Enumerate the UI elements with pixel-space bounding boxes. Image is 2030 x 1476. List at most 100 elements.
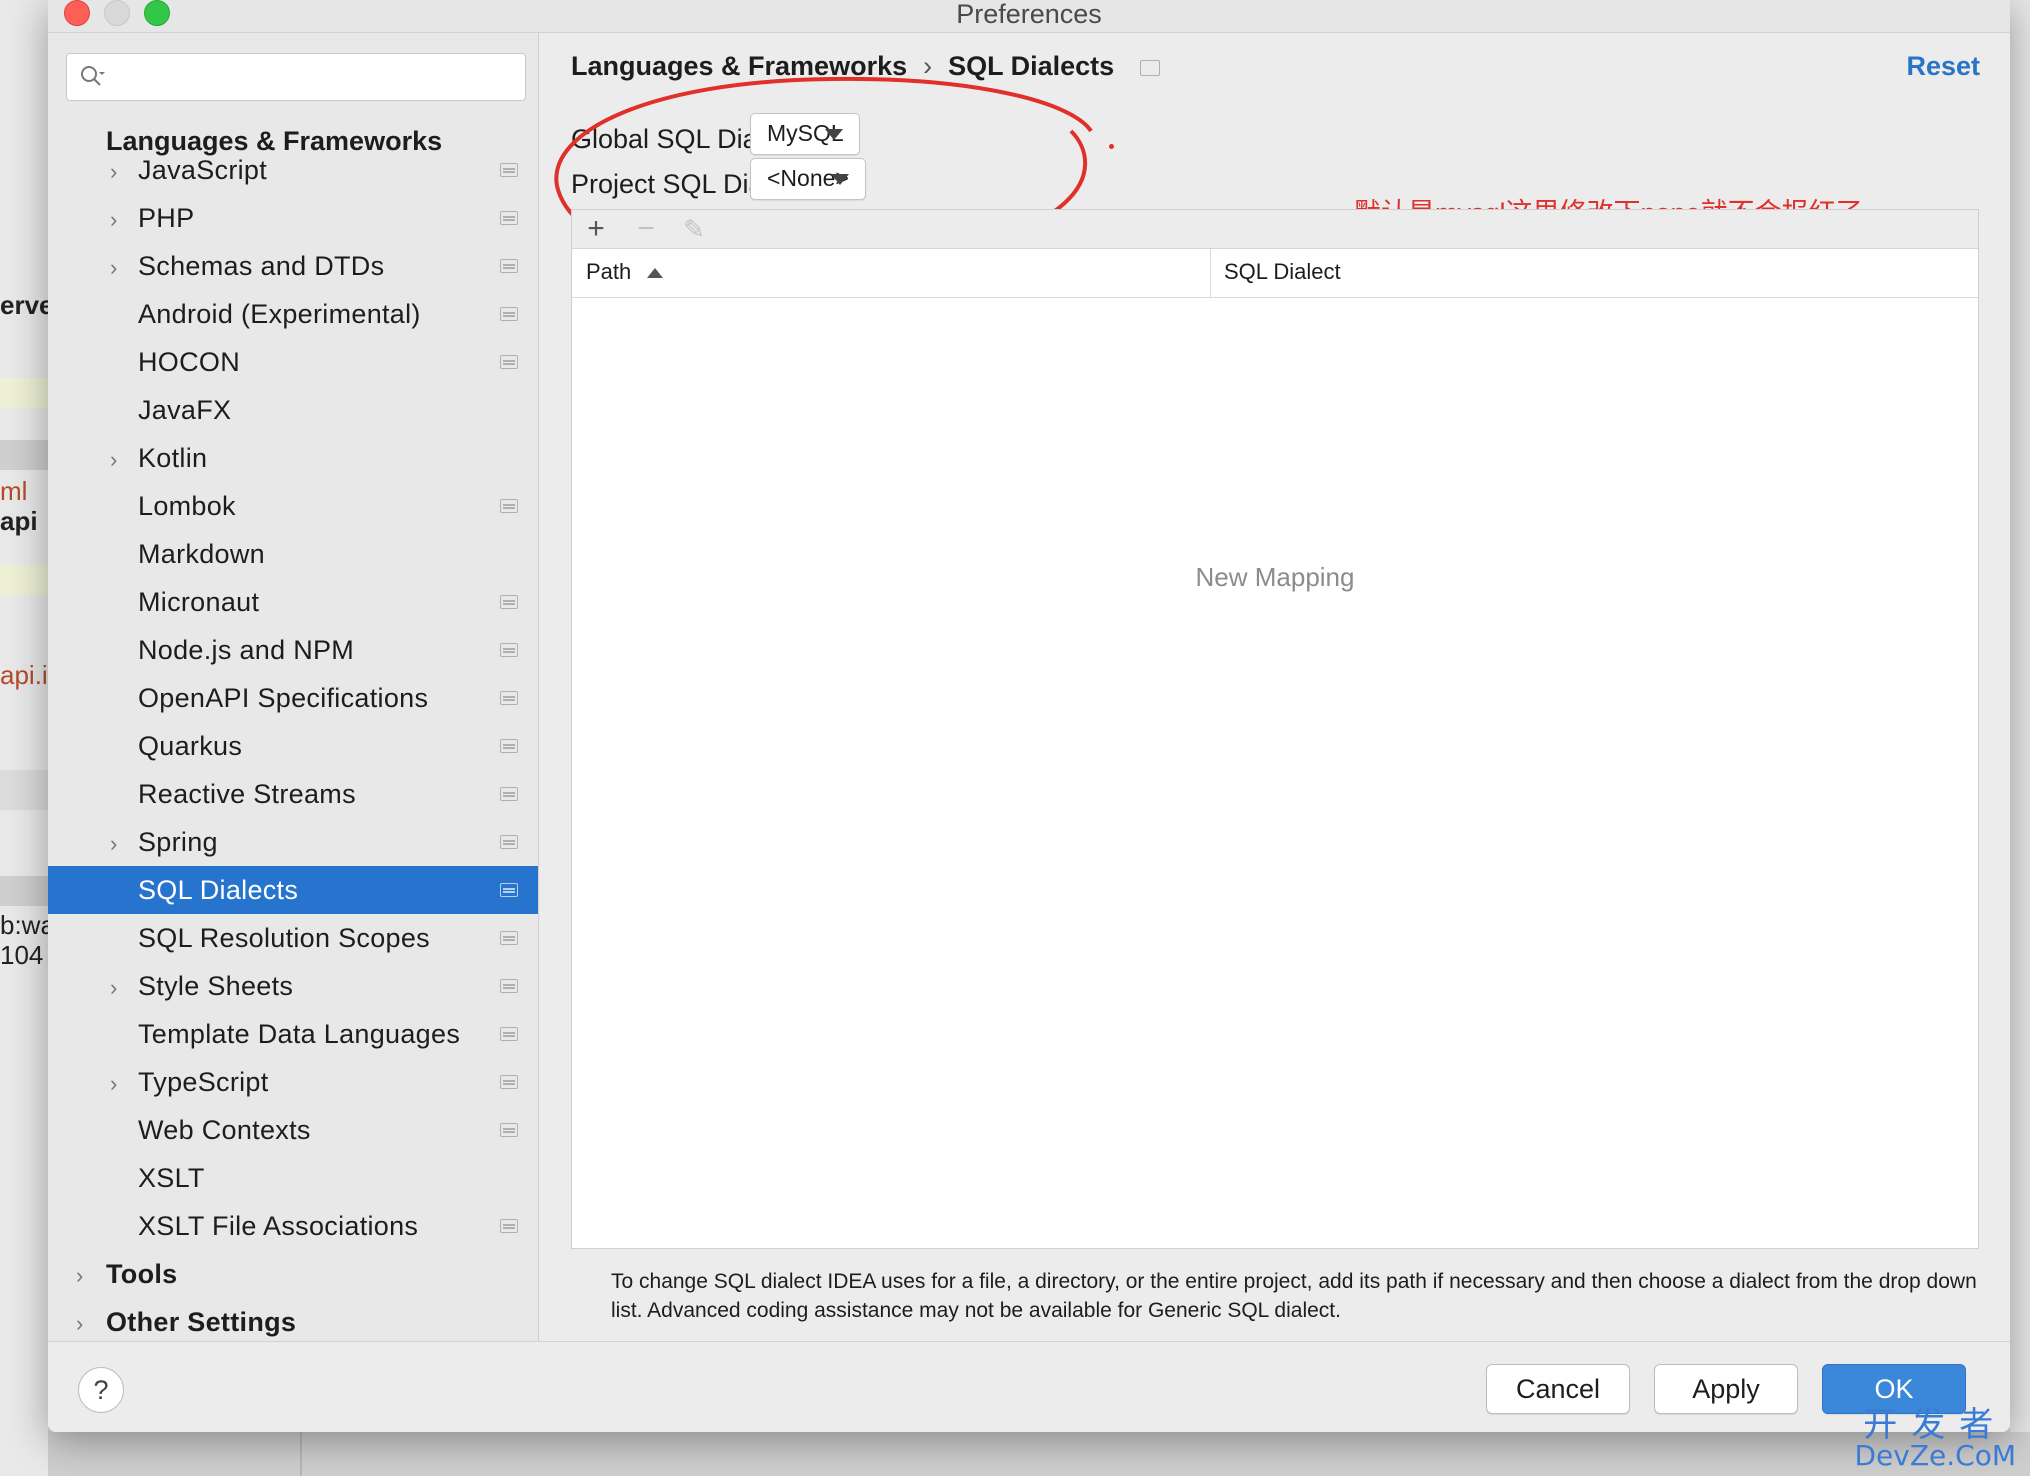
project-scope-icon — [500, 787, 518, 801]
project-scope-icon — [500, 979, 518, 993]
project-scope-icon — [500, 499, 518, 513]
chevron-right-icon[interactable]: › — [76, 1263, 83, 1289]
sidebar-item-kotlin[interactable]: › Kotlin — [48, 434, 538, 482]
sidebar-item-schemas-and-dtds[interactable]: › Schemas and DTDs — [48, 242, 538, 290]
column-header-path[interactable]: Path — [586, 259, 664, 285]
sql-dialects-panel: Languages & Frameworks › SQL Dialects Rese… — [539, 33, 2010, 1341]
project-scope-icon — [500, 595, 518, 609]
project-scope-icon — [500, 307, 518, 321]
sidebar-item-openapi-specifications[interactable]: OpenAPI Specifications — [48, 674, 538, 722]
table-header: Path SQL Dialect — [572, 249, 1978, 298]
background-text: erve — [0, 290, 48, 320]
chevron-right-icon[interactable]: › — [110, 255, 117, 281]
title-bar: Preferences — [48, 0, 2010, 33]
sidebar-item-android-experimental[interactable]: Android (Experimental) — [48, 290, 538, 338]
remove-mapping-button[interactable]: − — [628, 212, 664, 246]
column-header-label: Path — [586, 259, 632, 284]
chevron-right-icon[interactable]: › — [110, 159, 117, 185]
project-scope-icon — [1140, 59, 1161, 76]
sidebar-group-label: Other Settings — [106, 1307, 297, 1337]
empty-table-text: New Mapping — [1195, 562, 1355, 592]
chevron-right-icon[interactable]: › — [76, 1311, 83, 1337]
background-highlight — [0, 378, 48, 408]
sidebar-item-node-js-and-npm[interactable]: Node.js and NPM — [48, 626, 538, 674]
search-box[interactable] — [66, 53, 526, 101]
reset-link[interactable]: Reset — [1906, 51, 1980, 82]
project-scope-icon — [500, 1027, 518, 1041]
sidebar-item-lombok[interactable]: Lombok — [48, 482, 538, 530]
sidebar-group-other-settings[interactable]: › Other Settings — [48, 1298, 538, 1346]
sidebar-item-web-contexts[interactable]: Web Contexts — [48, 1106, 538, 1154]
sidebar-item-sql-resolution-scopes[interactable]: SQL Resolution Scopes — [48, 914, 538, 962]
sidebar-item-micronaut[interactable]: Micronaut — [48, 578, 538, 626]
sidebar-item-label: Style Sheets — [138, 971, 294, 1001]
table-toolbar: + − ✎ — [572, 210, 1978, 249]
sidebar-item-label: Lombok — [138, 491, 236, 521]
background-app: erve ml api api.i b:wa 104 — [0, 0, 48, 1476]
annotation-mark — [1109, 144, 1114, 149]
sidebar-item-label: XSLT File Associations — [138, 1211, 419, 1241]
sidebar-item-label: Schemas and DTDs — [138, 251, 385, 281]
background-highlight — [0, 565, 48, 595]
cancel-button[interactable]: Cancel — [1486, 1364, 1630, 1414]
background-app-bottom — [48, 1432, 2030, 1476]
sidebar-item-label: OpenAPI Specifications — [138, 683, 429, 713]
sidebar-item-spring[interactable]: › Spring — [48, 818, 538, 866]
sidebar-item-javascript[interactable]: › JavaScript — [48, 146, 538, 194]
search-input[interactable] — [117, 60, 511, 94]
sidebar-item-label: Android (Experimental) — [138, 299, 421, 329]
sidebar-item-typescript[interactable]: › TypeScript — [48, 1058, 538, 1106]
sidebar-item-reactive-streams[interactable]: Reactive Streams — [48, 770, 538, 818]
sidebar-item-sql-dialects[interactable]: SQL Dialects — [48, 866, 538, 914]
chevron-right-icon[interactable]: › — [110, 831, 117, 857]
project-scope-icon — [500, 259, 518, 273]
project-scope-icon — [500, 739, 518, 753]
project-scope-icon — [500, 835, 518, 849]
background-text: 104 — [0, 940, 44, 970]
settings-sidebar: Languages & Frameworks › JavaScript › PHP › S… — [48, 33, 539, 1341]
sidebar-item-php[interactable]: › PHP — [48, 194, 538, 242]
sidebar-item-label: Node.js and NPM — [138, 635, 355, 665]
watermark-logo: 开发者 DevZe.CoM — [1854, 1408, 2016, 1470]
sidebar-item-style-sheets[interactable]: › Style Sheets — [48, 962, 538, 1010]
help-description: To change SQL dialect IDEA uses for a fi… — [611, 1270, 1977, 1322]
sidebar-item-label: XSLT — [138, 1163, 205, 1193]
sidebar-item-template-data-languages[interactable]: Template Data Languages — [48, 1010, 538, 1058]
background-band — [0, 440, 48, 470]
sidebar-item-label: Template Data Languages — [138, 1019, 461, 1049]
sidebar-item-xslt[interactable]: XSLT — [48, 1154, 538, 1202]
sidebar-item-label: SQL Resolution Scopes — [138, 923, 430, 953]
sidebar-item-markdown[interactable]: Markdown — [48, 530, 538, 578]
sidebar-item-quarkus[interactable]: Quarkus — [48, 722, 538, 770]
sidebar-item-label: Reactive Streams — [138, 779, 356, 809]
column-divider[interactable] — [1210, 249, 1211, 297]
project-scope-icon — [500, 691, 518, 705]
sidebar-item-label: Quarkus — [138, 731, 243, 761]
path-mapping-table: + − ✎ Path SQL Dialect New Mapping — [571, 209, 1979, 1249]
column-header-sql-dialect[interactable]: SQL Dialect — [1224, 259, 1341, 285]
project-scope-icon — [500, 355, 518, 369]
sidebar-group-tools[interactable]: › Tools — [48, 1250, 538, 1298]
project-scope-icon — [500, 211, 518, 225]
project-scope-icon — [500, 1123, 518, 1137]
sidebar-item-label: JavaFX — [138, 395, 232, 425]
edit-mapping-button[interactable]: ✎ — [676, 212, 712, 246]
sidebar-item-javafx[interactable]: JavaFX — [48, 386, 538, 434]
chevron-right-icon[interactable]: › — [110, 207, 117, 233]
sidebar-item-hocon[interactable]: HOCON — [48, 338, 538, 386]
chevron-right-icon[interactable]: › — [110, 1071, 117, 1097]
chevron-right-icon[interactable]: › — [110, 447, 117, 473]
watermark-domain: DevZe.CoM — [1854, 1439, 2016, 1472]
sidebar-item-label: Spring — [138, 827, 218, 857]
sidebar-item-label: Markdown — [138, 539, 265, 569]
add-mapping-button[interactable]: + — [578, 212, 614, 246]
sidebar-item-label: Micronaut — [138, 587, 260, 617]
sidebar-item-xslt-file-associations[interactable]: XSLT File Associations — [48, 1202, 538, 1250]
chevron-right-icon[interactable]: › — [110, 975, 117, 1001]
help-button[interactable]: ? — [78, 1367, 124, 1413]
sidebar-item-label: Web Contexts — [138, 1115, 311, 1145]
project-scope-icon — [500, 163, 518, 177]
sidebar-group-label: Tools — [106, 1259, 178, 1289]
apply-button[interactable]: Apply — [1654, 1364, 1798, 1414]
sidebar-item-label: PHP — [138, 203, 195, 233]
